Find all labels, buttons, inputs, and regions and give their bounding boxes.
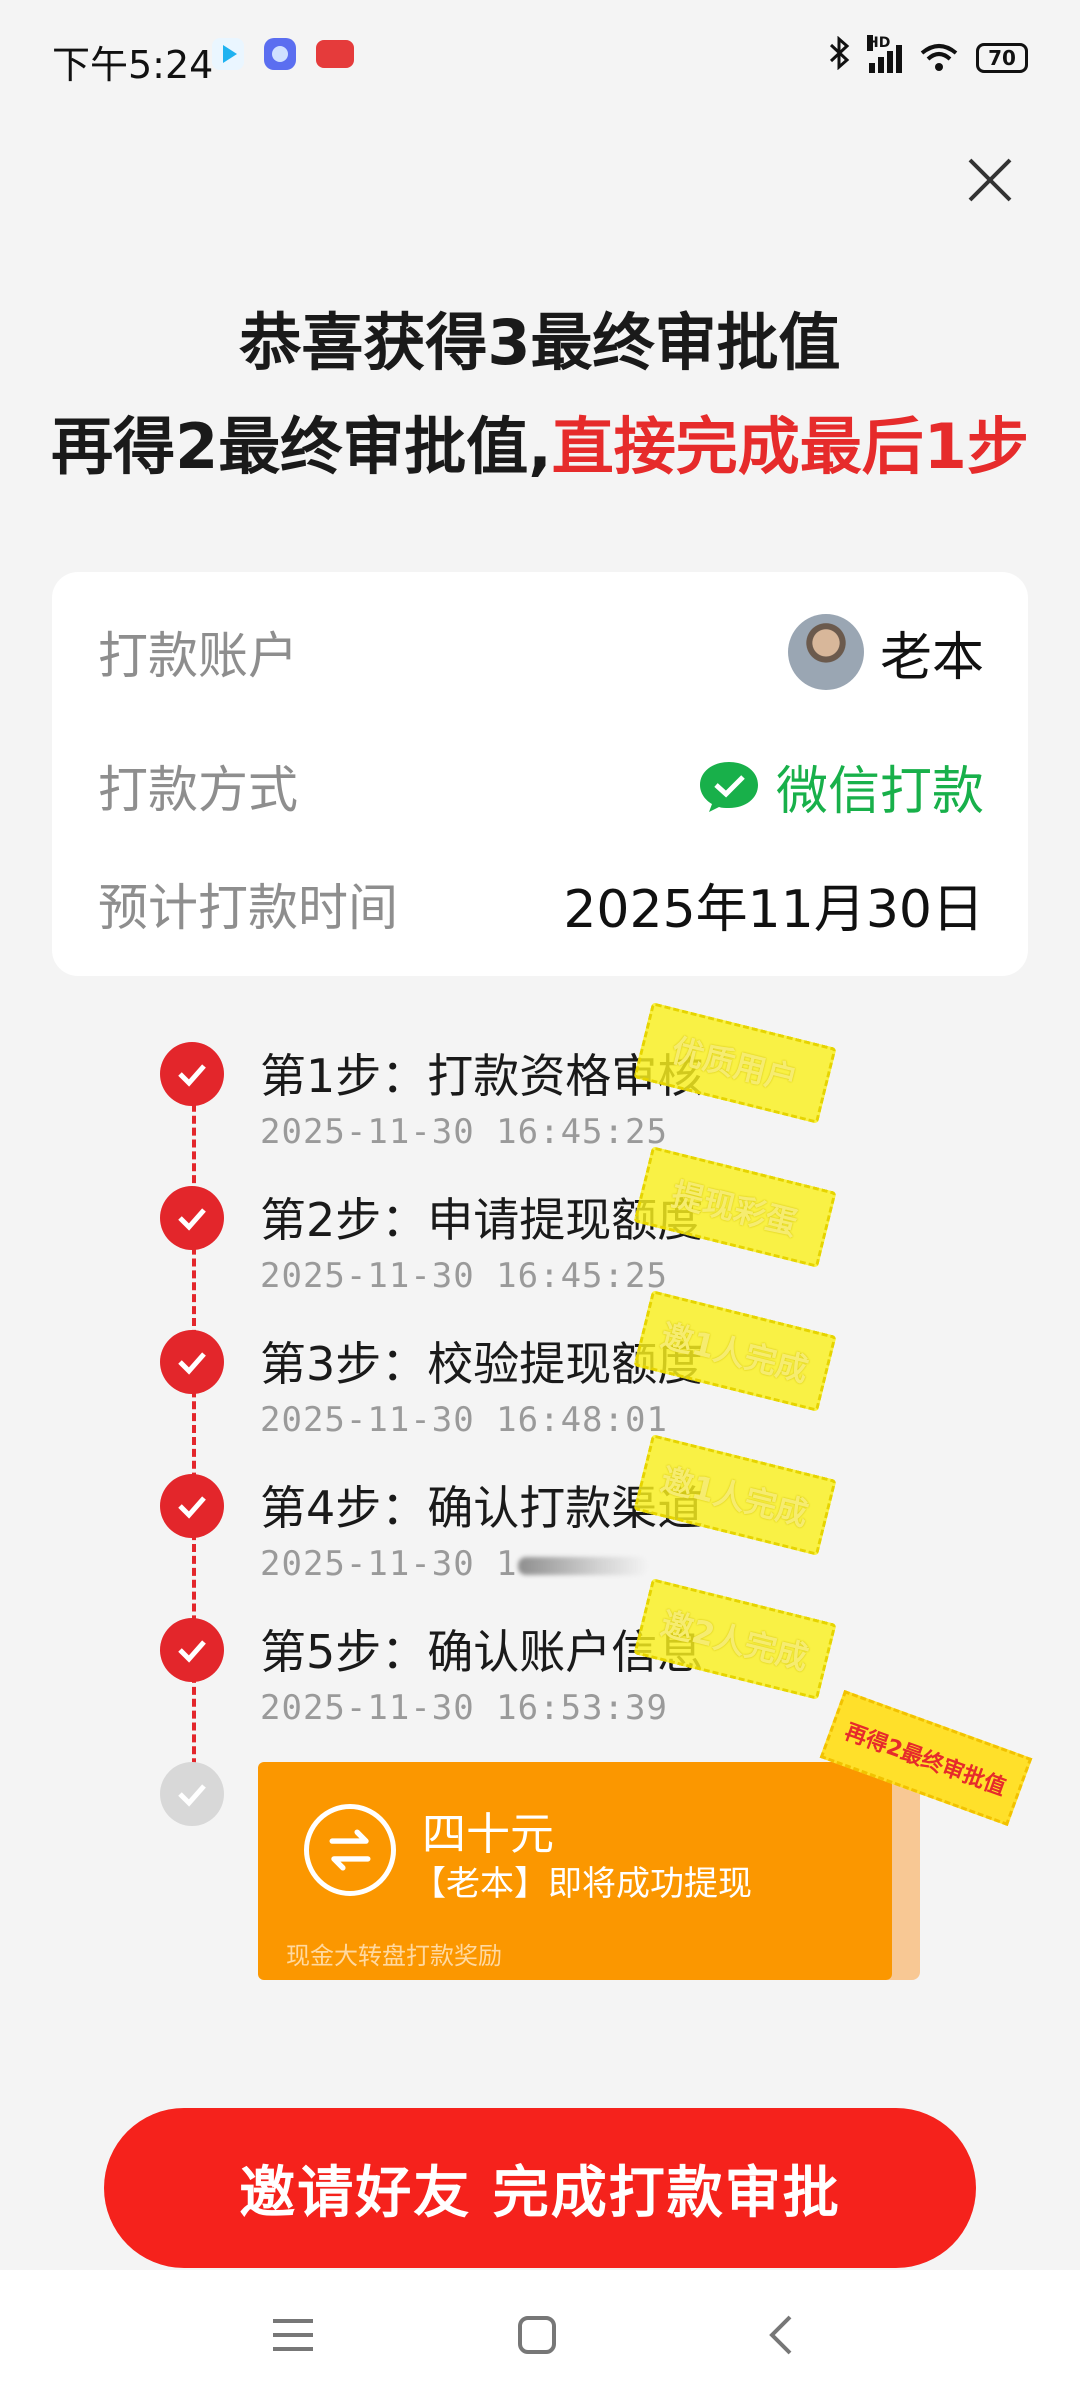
step-item: 第4步：确认打款渠道 2025-11-30 1 邀1人完成 [160, 1434, 860, 1594]
step-time: 2025-11-30 16:45:25 [260, 1112, 668, 1152]
check-icon [160, 1330, 224, 1394]
step-time-group: 2025-11-30 1 [260, 1544, 648, 1584]
account-label: 打款账户 [98, 627, 298, 685]
method-value-group: 微信打款 [698, 749, 984, 824]
step-item: 第5步：确认账户信息 2025-11-30 16:53:39 邀2人完成 [160, 1578, 860, 1738]
account-value-group: 老本 [787, 614, 984, 690]
menu-icon[interactable] [258, 2300, 328, 2370]
method-row: 打款方式 微信打款 [98, 746, 984, 826]
step-item: 第1步：打款资格审核 2025-11-30 16:45:25 优质用户 [160, 1002, 860, 1162]
method-value: 微信打款 [775, 761, 984, 822]
check-icon [160, 1186, 224, 1250]
account-value: 老本 [879, 627, 984, 688]
redacted-blur [517, 1556, 648, 1575]
reward-card[interactable]: 四十元 【老本】即将成功提现 现金大转盘打款奖励 [258, 1762, 892, 1980]
step-time: 2025-11-30 16:48:01 [260, 1400, 668, 1440]
method-label: 打款方式 [98, 761, 298, 819]
system-nav-bar [0, 2270, 1080, 2400]
wifi-icon [920, 43, 958, 71]
headline-title: 恭喜获得3最终审批值 [239, 306, 841, 379]
step-time: 2025-11-30 1 [260, 1544, 518, 1584]
headline-subtitle-text: 再得2最终审批值, [51, 410, 552, 483]
news-app-icon [316, 40, 354, 68]
step-time: 2025-11-30 16:53:39 [260, 1688, 668, 1728]
home-icon[interactable] [502, 2300, 572, 2370]
notification-icons [212, 38, 354, 70]
bluetooth-icon [827, 35, 851, 79]
close-icon[interactable] [960, 150, 1020, 210]
status-time: 下午5:24 [52, 43, 214, 87]
back-icon[interactable] [746, 2300, 816, 2370]
video-app-icon [212, 38, 244, 70]
reward-amount: 四十元 [422, 1809, 554, 1860]
exchange-icon [304, 1804, 396, 1896]
status-bar: 下午5:24 HD 70 [0, 0, 1080, 110]
check-icon [160, 1474, 224, 1538]
battery-icon: 70 [976, 42, 1028, 73]
reward-subtitle: 【老本】即将成功提现 [412, 1864, 752, 1904]
time-label: 预计打款时间 [98, 879, 398, 937]
check-icon [160, 1042, 224, 1106]
wechat-icon [699, 762, 758, 812]
step-item: 第3步：校验提现额度 2025-11-30 16:48:01 邀1人完成 [160, 1290, 860, 1450]
headline-subtitle-highlight: 直接完成最后1步 [551, 410, 1029, 483]
status-indicators: HD 70 [827, 34, 1028, 79]
invite-friends-button[interactable]: 邀请好友 完成打款审批 [104, 2108, 976, 2268]
browser-app-icon [264, 38, 296, 70]
account-row: 打款账户 老本 [98, 612, 984, 692]
step-time: 2025-11-30 16:45:25 [260, 1256, 668, 1296]
step-item: 第2步：申请提现额度 2025-11-30 16:45:25 提现彩蛋 [160, 1146, 860, 1306]
reward-footnote: 现金大转盘打款奖励 [286, 1942, 502, 1970]
payment-info-card: 打款账户 老本 打款方式 微信打款 预计打款时间 2025年11月30日 [52, 572, 1028, 976]
signal-icon: HD [867, 34, 902, 73]
time-row: 预计打款时间 2025年11月30日 [98, 864, 984, 944]
avatar [787, 614, 864, 690]
check-icon [160, 1618, 224, 1682]
time-value: 2025年11月30日 [563, 879, 984, 940]
signal-hd-label: HD [867, 34, 891, 51]
pending-check-icon [160, 1762, 224, 1826]
headline-subtitle: 再得2最终审批值,直接完成最后1步 [0, 396, 1080, 486]
